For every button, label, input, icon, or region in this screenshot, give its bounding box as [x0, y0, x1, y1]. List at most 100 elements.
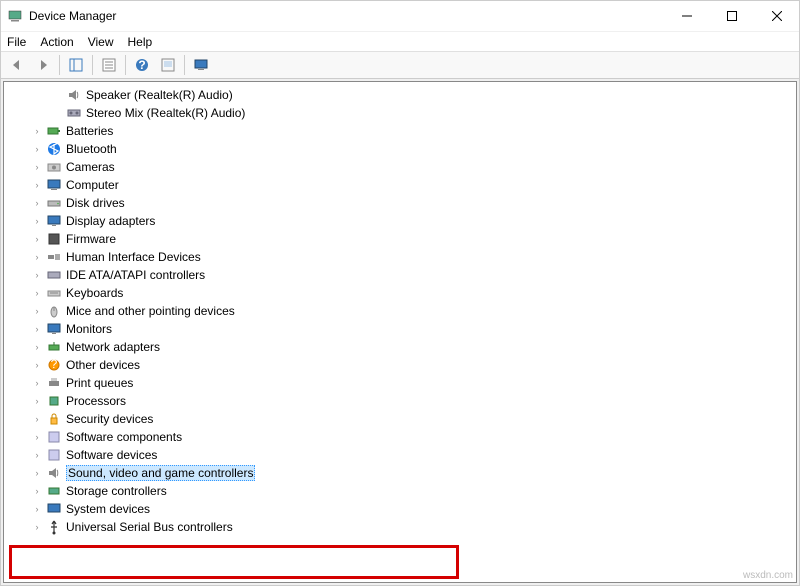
category-label: Keyboards: [66, 286, 123, 300]
printer-icon: [46, 375, 62, 391]
device-manager-window: Device Manager File Action View Help ? S…: [0, 0, 800, 586]
chevron-right-icon[interactable]: ›: [32, 450, 42, 460]
scan-button[interactable]: [156, 53, 180, 77]
tree-node[interactable]: › Keyboards: [4, 284, 796, 302]
menu-view[interactable]: View: [88, 35, 114, 49]
tree-node[interactable]: › IDE ATA/ATAPI controllers: [4, 266, 796, 284]
tree-node[interactable]: ›Batteries: [4, 122, 796, 140]
category-label: Human Interface Devices: [66, 250, 201, 264]
watermark: wsxdn.com: [743, 570, 793, 581]
tree-node[interactable]: › Universal Serial Bus controllers: [4, 518, 796, 536]
ide-icon: [46, 267, 62, 283]
sound-icon: [46, 465, 62, 481]
device-tree[interactable]: Speaker (Realtek(R) Audio)Stereo Mix (Re…: [3, 81, 797, 583]
tree-node[interactable]: › Monitors: [4, 320, 796, 338]
category-label: Storage controllers: [66, 484, 167, 498]
tree-node[interactable]: ›Network adapters: [4, 338, 796, 356]
minimize-button[interactable]: [664, 1, 709, 31]
storage-icon: [46, 483, 62, 499]
category-label: Software devices: [66, 448, 157, 462]
chevron-right-icon[interactable]: ›: [32, 252, 42, 262]
back-button[interactable]: [5, 53, 29, 77]
chevron-right-icon[interactable]: ›: [32, 486, 42, 496]
chevron-right-icon[interactable]: ›: [32, 270, 42, 280]
category-label: Bluetooth: [66, 142, 117, 156]
mouse-icon: [46, 303, 62, 319]
chevron-right-icon[interactable]: ›: [32, 414, 42, 424]
chevron-right-icon[interactable]: ›: [32, 126, 42, 136]
security-icon: [46, 411, 62, 427]
tree-node[interactable]: › Print queues: [4, 374, 796, 392]
tree-node[interactable]: ›Computer: [4, 176, 796, 194]
category-label: Print queues: [66, 376, 133, 390]
close-button[interactable]: [754, 1, 799, 31]
tree-node[interactable]: › Bluetooth: [4, 140, 796, 158]
tree-node[interactable]: › Firmware: [4, 230, 796, 248]
category-label: Firmware: [66, 232, 116, 246]
category-label: Processors: [66, 394, 126, 408]
firmware-icon: [46, 231, 62, 247]
tree-node[interactable]: ›System devices: [4, 500, 796, 518]
content-frame: Speaker (Realtek(R) Audio)Stereo Mix (Re…: [1, 79, 799, 585]
devices-button[interactable]: [189, 53, 213, 77]
tree-node[interactable]: › Security devices: [4, 410, 796, 428]
chevron-right-icon[interactable]: ›: [32, 234, 42, 244]
chevron-right-icon[interactable]: ›: [32, 324, 42, 334]
svg-text:?: ?: [51, 357, 58, 371]
tree-node[interactable]: › Cameras: [4, 158, 796, 176]
tree-node[interactable]: ›Disk drives: [4, 194, 796, 212]
speaker-icon: [66, 87, 82, 103]
stereo-icon: [66, 105, 82, 121]
properties-button[interactable]: [97, 53, 121, 77]
help-button[interactable]: ?: [130, 53, 154, 77]
chevron-right-icon[interactable]: ›: [32, 288, 42, 298]
menu-help[interactable]: Help: [128, 35, 153, 49]
chevron-right-icon[interactable]: ›: [32, 378, 42, 388]
menu-file[interactable]: File: [7, 35, 26, 49]
category-label: Universal Serial Bus controllers: [66, 520, 233, 534]
network-icon: [46, 339, 62, 355]
tree-node[interactable]: › Sound, video and game controllers: [4, 464, 796, 482]
chevron-right-icon[interactable]: ›: [32, 468, 42, 478]
tree-node[interactable]: › Software devices: [4, 446, 796, 464]
category-label: Mice and other pointing devices: [66, 304, 235, 318]
expander-placeholder: [52, 108, 62, 118]
chevron-right-icon[interactable]: ›: [32, 198, 42, 208]
chevron-right-icon[interactable]: ›: [32, 360, 42, 370]
category-label: Cameras: [66, 160, 115, 174]
monitor-icon: [46, 321, 62, 337]
chevron-right-icon[interactable]: ›: [32, 306, 42, 316]
tree-sub-item[interactable]: Speaker (Realtek(R) Audio): [4, 86, 796, 104]
category-label: Security devices: [66, 412, 153, 426]
tree-node[interactable]: › Human Interface Devices: [4, 248, 796, 266]
cpu-icon: [46, 393, 62, 409]
category-label: Sound, video and game controllers: [66, 465, 255, 481]
chevron-right-icon[interactable]: ›: [32, 432, 42, 442]
chevron-right-icon[interactable]: ›: [32, 180, 42, 190]
show-hide-button[interactable]: [64, 53, 88, 77]
chevron-right-icon[interactable]: ›: [32, 396, 42, 406]
forward-button[interactable]: [31, 53, 55, 77]
chevron-right-icon[interactable]: ›: [32, 162, 42, 172]
maximize-button[interactable]: [709, 1, 754, 31]
chevron-right-icon[interactable]: ›: [32, 522, 42, 532]
tree-node[interactable]: ›Display adapters: [4, 212, 796, 230]
window-title: Device Manager: [29, 9, 664, 23]
chevron-right-icon[interactable]: ›: [32, 342, 42, 352]
menu-action[interactable]: Action: [40, 35, 73, 49]
display-icon: [46, 213, 62, 229]
chevron-right-icon[interactable]: ›: [32, 504, 42, 514]
tree-sub-item[interactable]: Stereo Mix (Realtek(R) Audio): [4, 104, 796, 122]
chevron-right-icon[interactable]: ›: [32, 144, 42, 154]
category-label: Other devices: [66, 358, 140, 372]
tree-node[interactable]: › Mice and other pointing devices: [4, 302, 796, 320]
tree-node[interactable]: › Storage controllers: [4, 482, 796, 500]
tree-node[interactable]: ›Software components: [4, 428, 796, 446]
other-icon: ?: [46, 357, 62, 373]
category-label: IDE ATA/ATAPI controllers: [66, 268, 205, 282]
tree-node[interactable]: ›? Other devices: [4, 356, 796, 374]
category-label: Monitors: [66, 322, 112, 336]
window-controls: [664, 1, 799, 31]
chevron-right-icon[interactable]: ›: [32, 216, 42, 226]
tree-node[interactable]: › Processors: [4, 392, 796, 410]
